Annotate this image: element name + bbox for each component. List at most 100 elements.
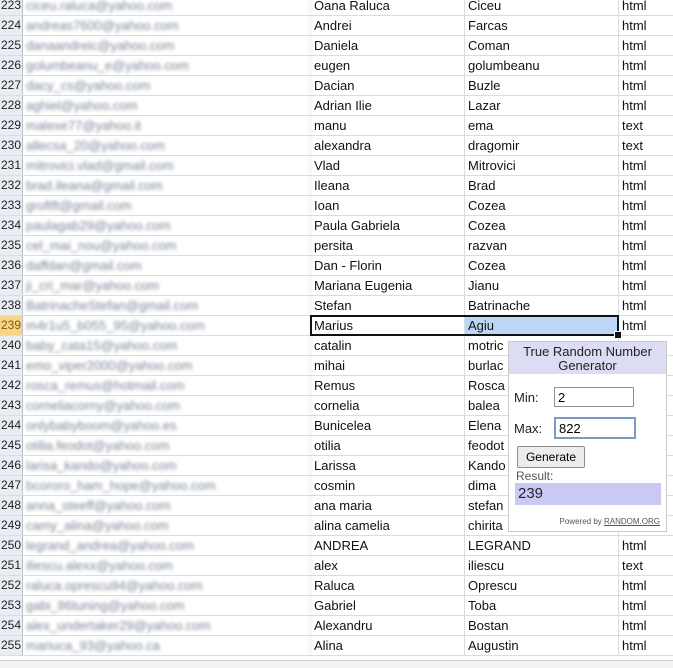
first-name-cell[interactable]: Ileana bbox=[311, 176, 465, 195]
email-cell[interactable]: larisa_kando@yahoo.com bbox=[23, 456, 311, 475]
first-name-cell[interactable]: mihai bbox=[311, 356, 465, 375]
email-cell[interactable]: dacy_cs@yahoo.com bbox=[23, 76, 311, 95]
email-cell[interactable]: ji_cri_mar@yahoo.com bbox=[23, 276, 311, 295]
last-name-cell[interactable]: Coman bbox=[465, 36, 619, 55]
first-name-cell[interactable]: manu bbox=[311, 116, 465, 135]
last-name-cell[interactable]: golumbeanu bbox=[465, 56, 619, 75]
first-name-cell[interactable]: persita bbox=[311, 236, 465, 255]
last-name-cell[interactable]: Bostan bbox=[465, 616, 619, 635]
last-name-cell[interactable]: Farcas bbox=[465, 16, 619, 35]
format-cell[interactable]: text bbox=[619, 116, 673, 135]
format-cell[interactable]: html bbox=[619, 216, 673, 235]
first-name-cell[interactable]: alexandra bbox=[311, 136, 465, 155]
last-name-cell[interactable]: razvan bbox=[465, 236, 619, 255]
first-name-cell[interactable]: Alina bbox=[311, 636, 465, 655]
first-name-cell[interactable]: Gabriel bbox=[311, 596, 465, 615]
first-name-cell[interactable]: Larissa bbox=[311, 456, 465, 475]
email-cell[interactable]: danaandreic@yahoo.com bbox=[23, 36, 311, 55]
first-name-cell[interactable]: ana maria bbox=[311, 496, 465, 515]
email-cell[interactable]: emo_viper2000@yahoo.com bbox=[23, 356, 311, 375]
last-name-cell[interactable]: Agiu bbox=[465, 316, 619, 335]
fill-handle[interactable] bbox=[614, 331, 622, 339]
max-input[interactable] bbox=[554, 417, 636, 439]
last-name-cell[interactable]: Buzle bbox=[465, 76, 619, 95]
first-name-cell[interactable]: Dacian bbox=[311, 76, 465, 95]
format-cell[interactable]: html bbox=[619, 536, 673, 555]
format-cell[interactable]: html bbox=[619, 316, 673, 335]
format-cell[interactable]: html bbox=[619, 196, 673, 215]
first-name-cell[interactable]: Daniela bbox=[311, 36, 465, 55]
email-cell[interactable]: malexe77@yahoo.it bbox=[23, 116, 311, 135]
email-cell[interactable]: mitrovici.vlad@gmail.com bbox=[23, 156, 311, 175]
random-org-link[interactable]: RANDOM.ORG bbox=[604, 517, 660, 526]
last-name-cell[interactable]: Brad bbox=[465, 176, 619, 195]
email-cell[interactable]: raluca.oprescu94@yahoo.com bbox=[23, 576, 311, 595]
first-name-cell[interactable]: catalin bbox=[311, 336, 465, 355]
email-cell[interactable]: m4r1u5_b055_95@yahoo.com bbox=[23, 316, 311, 335]
format-cell[interactable]: html bbox=[619, 236, 673, 255]
first-name-cell[interactable]: ANDREA bbox=[311, 536, 465, 555]
first-name-cell[interactable]: Raluca bbox=[311, 576, 465, 595]
email-cell[interactable]: legrand_andrea@yahoo.com bbox=[23, 536, 311, 555]
email-cell[interactable]: allecsa_20@yahoo.com bbox=[23, 136, 311, 155]
first-name-cell[interactable]: Vlad bbox=[311, 156, 465, 175]
first-name-cell[interactable]: cornelia bbox=[311, 396, 465, 415]
email-cell[interactable]: alex_undertaker29@yahoo.com bbox=[23, 616, 311, 635]
last-name-cell[interactable]: Toba bbox=[465, 596, 619, 615]
email-cell[interactable]: bcororo_ham_hope@yahoo.com bbox=[23, 476, 311, 495]
first-name-cell[interactable]: Andrei bbox=[311, 16, 465, 35]
email-cell[interactable]: andreas7600@yahoo.com bbox=[23, 16, 311, 35]
first-name-cell[interactable]: cosmin bbox=[311, 476, 465, 495]
last-name-cell[interactable]: Augustin bbox=[465, 636, 619, 655]
email-cell[interactable]: baby_cata15@yahoo.com bbox=[23, 336, 311, 355]
email-cell[interactable]: daffdan@gmail.com bbox=[23, 256, 311, 275]
last-name-cell[interactable]: Cozea bbox=[465, 256, 619, 275]
last-name-cell[interactable]: Lazar bbox=[465, 96, 619, 115]
email-cell[interactable]: groftft@gmail.com bbox=[23, 196, 311, 215]
last-name-cell[interactable]: LEGRAND bbox=[465, 536, 619, 555]
format-cell[interactable]: html bbox=[619, 596, 673, 615]
format-cell[interactable]: html bbox=[619, 296, 673, 315]
email-cell[interactable]: onlybabyboom@yahoo.es bbox=[23, 416, 311, 435]
email-cell[interactable]: golumbeanu_e@yahoo.com bbox=[23, 56, 311, 75]
first-name-cell[interactable]: Dan - Florin bbox=[311, 256, 465, 275]
generate-button[interactable]: Generate bbox=[517, 446, 585, 468]
format-cell[interactable]: text bbox=[619, 556, 673, 575]
format-cell[interactable]: text bbox=[619, 136, 673, 155]
format-cell[interactable]: html bbox=[619, 156, 673, 175]
first-name-cell[interactable]: Marius bbox=[311, 316, 465, 335]
last-name-cell[interactable]: Mitrovici bbox=[465, 156, 619, 175]
format-cell[interactable]: html bbox=[619, 256, 673, 275]
first-name-cell[interactable]: Mariana Eugenia bbox=[311, 276, 465, 295]
email-cell[interactable]: anna_steeff@yahoo.com bbox=[23, 496, 311, 515]
format-cell[interactable]: html bbox=[619, 0, 673, 15]
format-cell[interactable]: html bbox=[619, 636, 673, 655]
first-name-cell[interactable]: alex bbox=[311, 556, 465, 575]
last-name-cell[interactable]: iliescu bbox=[465, 556, 619, 575]
email-cell[interactable]: brad.ileana@gmail.com bbox=[23, 176, 311, 195]
last-name-cell[interactable]: Batrinache bbox=[465, 296, 619, 315]
first-name-cell[interactable]: Paula Gabriela bbox=[311, 216, 465, 235]
first-name-cell[interactable]: Adrian Ilie bbox=[311, 96, 465, 115]
first-name-cell[interactable]: Remus bbox=[311, 376, 465, 395]
email-cell[interactable]: corneliacorny@yahoo.com bbox=[23, 396, 311, 415]
first-name-cell[interactable]: alina camelia bbox=[311, 516, 465, 535]
format-cell[interactable]: html bbox=[619, 96, 673, 115]
first-name-cell[interactable]: Alexandru bbox=[311, 616, 465, 635]
email-cell[interactable]: mariuca_93@yahoo.ca bbox=[23, 636, 311, 655]
first-name-cell[interactable]: Stefan bbox=[311, 296, 465, 315]
first-name-cell[interactable]: eugen bbox=[311, 56, 465, 75]
email-cell[interactable]: camy_alina@yahoo.com bbox=[23, 516, 311, 535]
email-cell[interactable]: iliescu.alexx@yahoo.com bbox=[23, 556, 311, 575]
first-name-cell[interactable]: otilia bbox=[311, 436, 465, 455]
last-name-cell[interactable]: dragomir bbox=[465, 136, 619, 155]
email-cell[interactable]: otilia.feodot@yahoo.com bbox=[23, 436, 311, 455]
format-cell[interactable]: html bbox=[619, 16, 673, 35]
first-name-cell[interactable]: Ioan bbox=[311, 196, 465, 215]
email-cell[interactable]: BatrinacheStefan@gmail.com bbox=[23, 296, 311, 315]
last-name-cell[interactable]: Cozea bbox=[465, 196, 619, 215]
last-name-cell[interactable]: Oprescu bbox=[465, 576, 619, 595]
format-cell[interactable]: html bbox=[619, 276, 673, 295]
email-cell[interactable]: aghiel@yahoo.com bbox=[23, 96, 311, 115]
format-cell[interactable]: html bbox=[619, 576, 673, 595]
